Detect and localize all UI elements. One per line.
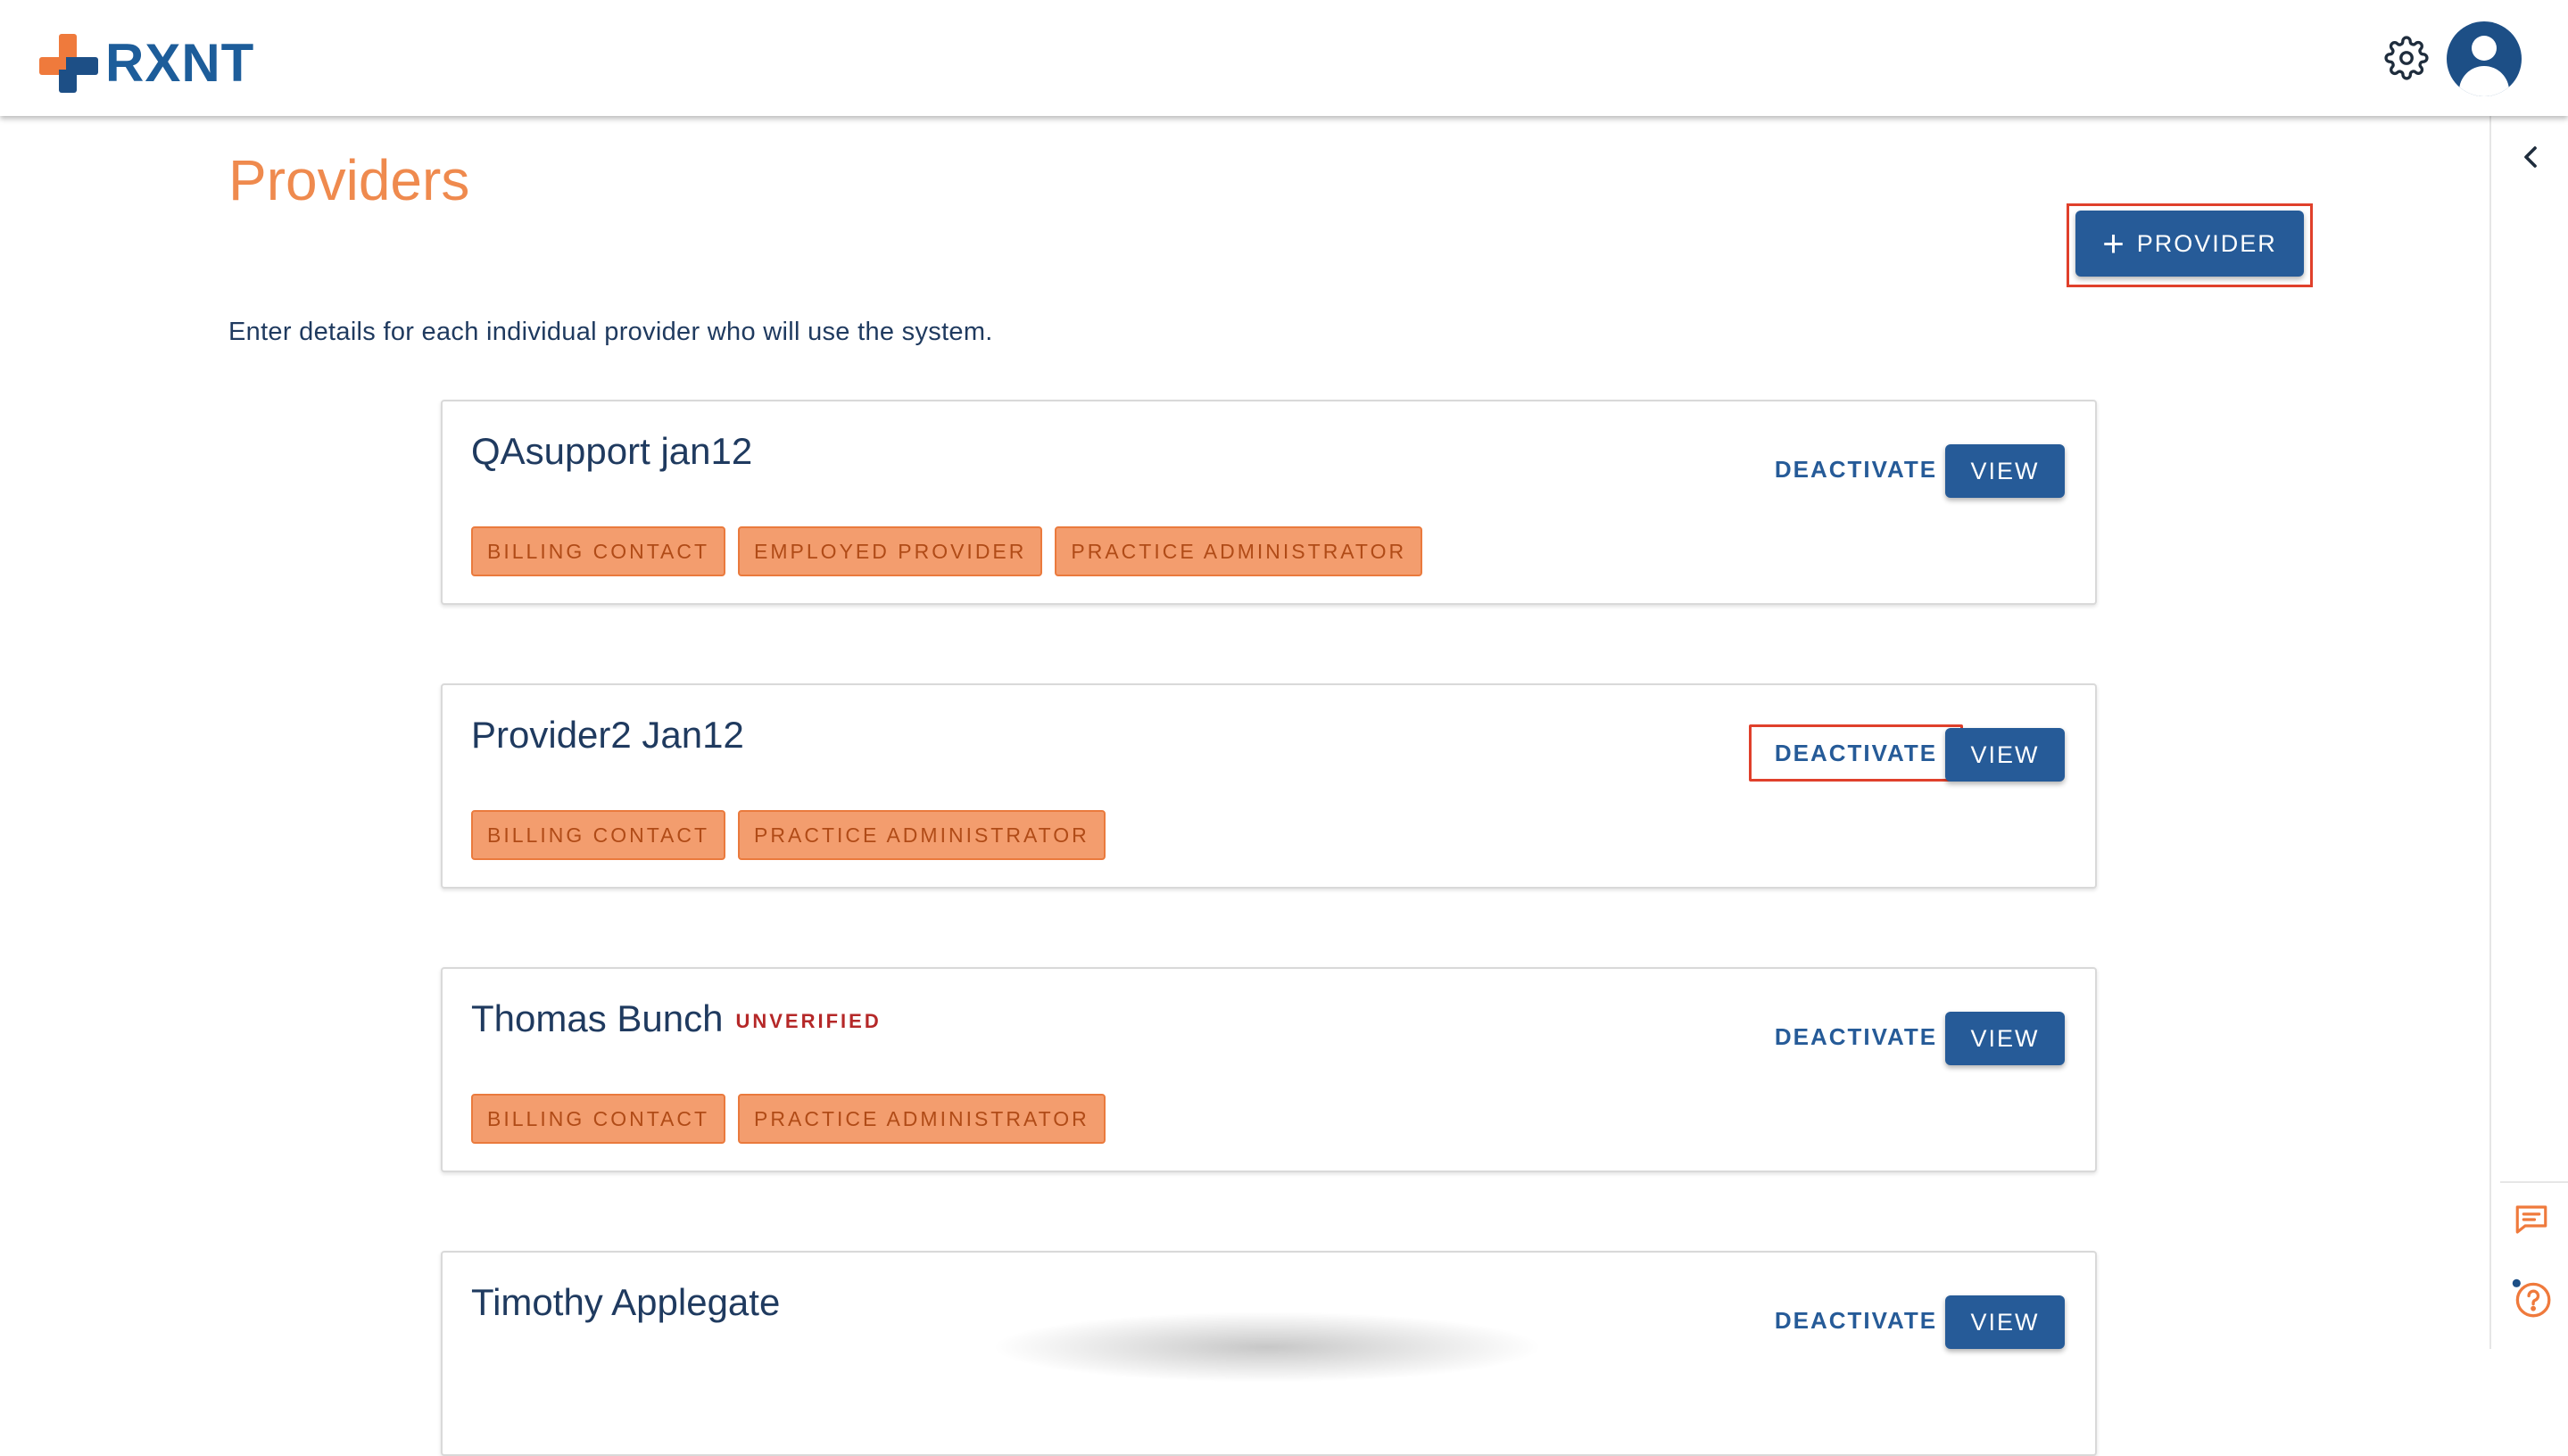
chat-icon[interactable] [2513,1201,2550,1238]
add-provider-button[interactable]: + PROVIDER [2075,211,2304,277]
rxnt-cross-logo-icon [39,34,98,93]
role-tag: BILLING CONTACT [471,1094,726,1144]
plus-icon: + [2102,222,2126,264]
provider-name: Thomas Bunch UNVERIFIED [471,997,882,1039]
page-title: Providers [228,148,470,212]
provider-tags: BILLING CONTACT EMPLOYED PROVIDER PRACTI… [471,526,1423,576]
provider-name: Timothy Applegate [471,1281,781,1323]
rail-divider [2500,1181,2568,1183]
role-tag: BILLING CONTACT [471,526,726,576]
role-tag: BILLING CONTACT [471,810,726,860]
user-avatar-icon[interactable] [2447,21,2522,96]
provider-tags: BILLING CONTACT PRACTICE ADMINISTRATOR [471,1094,1106,1144]
provider-card: Thomas Bunch UNVERIFIED DEACTIVATE VIEW B… [441,967,2097,1172]
rxnt-logo[interactable]: RXNT [39,32,262,95]
view-button[interactable]: VIEW [1945,1012,2065,1065]
gear-icon[interactable] [2384,36,2429,80]
view-button[interactable]: VIEW [1945,1295,2065,1349]
provider-name: QAsupport jan12 [471,430,753,472]
deactivate-button[interactable]: DEACTIVATE [1749,724,1963,782]
role-tag: EMPLOYED PROVIDER [738,526,1043,576]
provider-tags: BILLING CONTACT PRACTICE ADMINISTRATOR [471,810,1106,860]
add-provider-label: PROVIDER [2136,229,2277,257]
view-button[interactable]: VIEW [1945,444,2065,498]
role-tag: PRACTICE ADMINISTRATOR [1055,526,1423,576]
help-icon[interactable] [2509,1276,2554,1320]
deactivate-button[interactable]: DEACTIVATE [1749,1292,1963,1349]
provider-card: QAsupport jan12 DEACTIVATE VIEW BILLING … [441,400,2097,605]
role-tag: PRACTICE ADMINISTRATOR [738,810,1106,860]
deactivate-button[interactable]: DEACTIVATE [1749,1008,1963,1065]
role-tag: PRACTICE ADMINISTRATOR [738,1094,1106,1144]
provider-name: Provider2 Jan12 [471,714,744,756]
unverified-badge: UNVERIFIED [735,1009,882,1032]
right-side-rail [2489,116,2568,1349]
scroll-shadow [990,1311,1544,1383]
deactivate-button[interactable]: DEACTIVATE [1749,441,1963,498]
chevron-left-icon[interactable] [2513,139,2548,175]
top-header: RXNT [0,0,2568,116]
view-button[interactable]: VIEW [1945,728,2065,782]
page-description: Enter details for each individual provid… [228,318,993,346]
provider-card: Provider2 Jan12 DEACTIVATE VIEW BILLING … [441,683,2097,889]
logo-text: RXNT [105,33,255,93]
